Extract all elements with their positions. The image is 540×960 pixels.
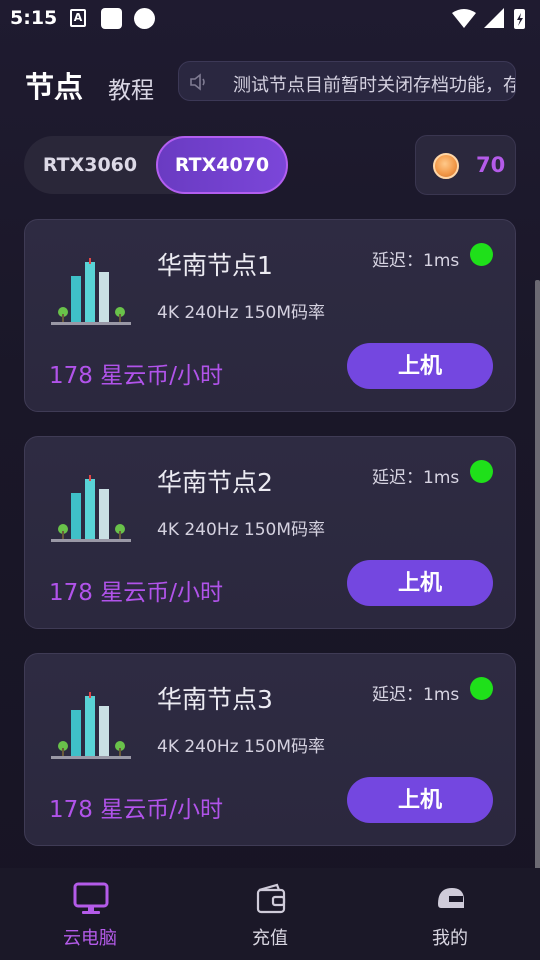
monitor-icon [73,882,109,914]
start-session-button[interactable]: 上机 [347,560,493,606]
gpu-option-rtx3060[interactable]: RTX3060 [24,136,156,194]
status-dot-icon [470,677,493,700]
notification-square-icon [101,8,122,29]
building-icon [51,692,131,759]
node-title: 华南节点1 [157,251,273,280]
nav-label-mine: 我的 [432,928,468,949]
node-delay: 延迟：1ms [372,685,460,705]
node-spec: 4K 240Hz 150M码率 [157,737,326,757]
wifi-icon [452,9,476,28]
building-icon [51,258,131,325]
notification-circle-icon [134,8,155,29]
gpu-option-rtx4070[interactable]: RTX4070 [156,136,288,194]
node-card[interactable]: 华南节点3 延迟：1ms 4K 240Hz 150M码率 178 星云币/小时 上机 [24,653,516,846]
node-card[interactable]: 华南节点1 延迟：1ms 4K 240Hz 150M码率 178 星云币/小时 上机 [24,219,516,412]
status-bar: 5:15 A [0,0,540,38]
node-spec: 4K 240Hz 150M码率 [157,303,326,323]
node-price: 178 星云币/小时 [49,797,223,823]
node-price: 178 星云币/小时 [49,363,223,389]
node-delay: 延迟：1ms [372,468,460,488]
coin-value: 70 [476,153,506,177]
node-card[interactable]: 华南节点2 延迟：1ms 4K 240Hz 150M码率 178 星云币/小时 上机 [24,436,516,629]
gpu-switch: RTX3060 RTX4070 [24,136,288,194]
start-session-button[interactable]: 上机 [347,343,493,389]
node-title: 华南节点2 [157,468,273,497]
tab-nodes[interactable]: 节点 [25,64,83,106]
bottom-nav: 云电脑 充值 我的 [0,868,540,960]
coin-balance[interactable]: 70 [415,135,516,195]
status-icons [452,8,525,29]
notification-a-icon: A [70,9,86,27]
notice-marquee[interactable]: 测试节点目前暂时关闭存档功能，存 [178,61,516,101]
nav-cloud-pc[interactable]: 云电脑 [0,868,180,960]
node-price: 178 星云币/小时 [49,580,223,606]
start-session-button[interactable]: 上机 [347,777,493,823]
header: 节点 教程 测试节点目前暂时关闭存档功能，存 [0,58,540,104]
status-dot-icon [470,460,493,483]
wallet-icon [256,883,286,914]
nav-recharge[interactable]: 充值 [180,868,360,960]
node-title: 华南节点3 [157,685,273,714]
status-time: 5:15 [10,7,58,29]
helmet-icon [438,888,464,908]
nav-label-recharge: 充值 [252,928,288,949]
nav-mine[interactable]: 我的 [360,868,540,960]
nav-label-cloud-pc: 云电脑 [63,928,117,949]
status-dot-icon [470,243,493,266]
node-spec: 4K 240Hz 150M码率 [157,520,326,540]
scrollbar[interactable] [535,280,540,870]
node-delay: 延迟：1ms [372,251,460,271]
coin-icon [433,153,459,179]
speaker-icon [190,73,205,91]
notice-text: 测试节点目前暂时关闭存档功能，存 [233,75,516,96]
signal-icon [484,8,504,28]
tab-guide[interactable]: 教程 [108,71,154,105]
building-icon [51,475,131,542]
